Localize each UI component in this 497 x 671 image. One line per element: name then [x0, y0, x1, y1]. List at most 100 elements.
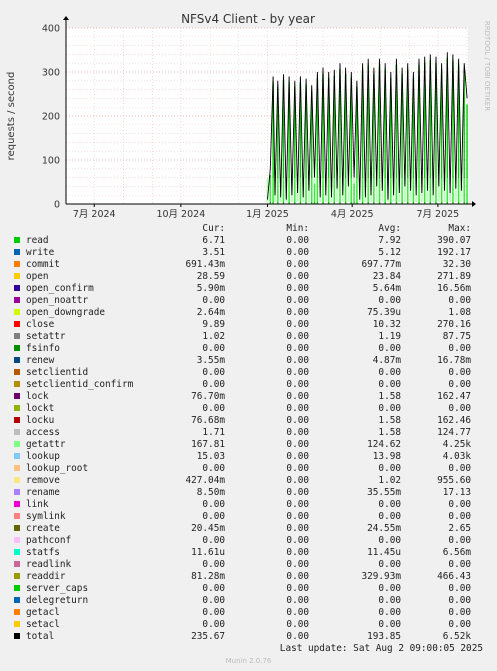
legend-swatch — [14, 537, 20, 543]
chart-title: NFSv4 Client - by year — [181, 12, 315, 26]
legend-label: lock — [26, 391, 49, 402]
legend-row-readdir: readdir 81.28m 0.00 329.93m 466.43 — [0, 571, 497, 583]
x-tick-label: 7月 2025 — [416, 209, 459, 220]
legend-label: renew — [26, 355, 55, 366]
legend-value-max: 955.60 — [437, 475, 471, 486]
legend-swatch — [14, 501, 20, 507]
legend-value-cur: 3.51 — [202, 247, 225, 258]
getattr-band — [361, 178, 364, 202]
legend-value-max: 6.56m — [442, 547, 471, 558]
legend-value-cur: 0.00 — [202, 295, 225, 306]
legend-row-getattr: getattr 167.81 0.00 124.62 4.25k — [0, 439, 497, 451]
y-tick-label: 200 — [42, 112, 60, 123]
legend-value-avg: 193.85 — [367, 631, 401, 642]
legend-row-setclientid: setclientid 0.00 0.00 0.00 0.00 — [0, 367, 497, 379]
legend-value-cur: 81.28m — [191, 571, 225, 582]
getattr-band — [412, 178, 415, 202]
legend-value-avg: 0.00 — [378, 607, 401, 618]
legend-row-read: read 6.71 0.00 7.92 390.07 — [0, 235, 497, 247]
legend-value-min: 0.00 — [286, 295, 309, 306]
legend-label: access — [26, 427, 60, 438]
getattr-band — [355, 178, 358, 202]
legend-value-min: 0.00 — [286, 571, 309, 582]
legend-label: setclientid — [26, 367, 89, 378]
legend-row-create: create 20.45m 0.00 24.55m 2.65 — [0, 523, 497, 535]
legend-value-avg: 0.00 — [378, 595, 401, 606]
legend-value-max: 16.78m — [437, 355, 471, 366]
legend-value-cur: 1.71 — [202, 427, 225, 438]
legend-value-cur: 0.00 — [202, 379, 225, 390]
legend-value-max: 0.00 — [448, 499, 471, 510]
legend-value-cur: 6.71 — [202, 235, 225, 246]
legend-value-cur: 0.00 — [202, 511, 225, 522]
legend-value-max: 0.00 — [448, 379, 471, 390]
legend-swatch — [14, 297, 20, 303]
getattr-band — [272, 178, 275, 202]
legend-swatch — [14, 477, 20, 483]
legend-label: open_confirm — [26, 283, 94, 294]
legend-label: server_caps — [26, 583, 89, 594]
legend-value-min: 0.00 — [286, 343, 309, 354]
legend-value-cur: 0.00 — [202, 343, 225, 354]
legend-value-min: 0.00 — [286, 451, 309, 462]
legend-value-min: 0.00 — [286, 307, 309, 318]
y-tick-label: 0 — [54, 200, 60, 211]
legend-label: read — [26, 235, 49, 246]
legend-swatch — [14, 441, 20, 447]
getattr-band — [276, 178, 279, 202]
legend-label: getattr — [26, 439, 66, 450]
legend-value-max: 0.00 — [448, 607, 471, 618]
legend-swatch — [14, 573, 20, 579]
legend-row-setclientid-confirm: setclientid_confirm 0.00 0.00 0.00 0.00 — [0, 379, 497, 391]
legend-swatch — [14, 261, 20, 267]
getattr-band — [440, 178, 443, 202]
legend-row-open-downgrade: open_downgrade 2.64m 0.00 75.39u 1.08 — [0, 307, 497, 319]
legend-value-cur: 0.00 — [202, 535, 225, 546]
legend-row-total: total 235.67 0.00 193.85 6.52k — [0, 631, 497, 643]
y-tick-label: 300 — [42, 68, 60, 79]
legend-value-cur: 3.55m — [196, 355, 225, 366]
legend-swatch — [14, 309, 20, 315]
getattr-band — [367, 178, 370, 202]
legend-value-avg: 4.87m — [372, 355, 401, 366]
legend-value-min: 0.00 — [286, 319, 309, 330]
getattr-band — [305, 178, 308, 202]
legend-value-max: 162.47 — [437, 391, 471, 402]
legend-row-remove: remove 427.04m 0.00 1.02 955.60 — [0, 475, 497, 487]
legend-label: lockt — [26, 403, 55, 414]
legend-swatch — [14, 549, 20, 555]
legend-value-cur: 0.00 — [202, 583, 225, 594]
legend-label: open — [26, 271, 49, 282]
legend-value-cur: 1.02 — [202, 331, 225, 342]
legend-value-max: 0.00 — [448, 511, 471, 522]
legend-row-access: access 1.71 0.00 1.58 124.77 — [0, 427, 497, 439]
legend-value-avg: 1.19 — [378, 331, 401, 342]
legend-value-min: 0.00 — [286, 331, 309, 342]
legend-value-avg: 75.39u — [367, 307, 401, 318]
getattr-band — [299, 178, 302, 202]
legend-label: close — [26, 319, 55, 330]
legend-swatch — [14, 429, 20, 435]
legend-value-avg: 1.58 — [378, 415, 401, 426]
legend-value-max: 0.00 — [448, 295, 471, 306]
col-header-max: Max: — [448, 223, 471, 234]
getattr-band — [423, 178, 426, 202]
legend-swatch — [14, 381, 20, 387]
legend-swatch — [14, 561, 20, 567]
getattr-band — [378, 178, 381, 202]
x-tick-label: 4月 2025 — [331, 209, 374, 220]
legend-label: lookup — [26, 451, 60, 462]
legend-label: setattr — [26, 331, 66, 342]
legend-value-min: 0.00 — [286, 595, 309, 606]
legend-label: getacl — [26, 607, 60, 618]
legend-value-max: 16.56m — [437, 283, 471, 294]
legend-swatch — [14, 345, 20, 351]
legend-value-max: 0.00 — [448, 595, 471, 606]
legend-row-link: link 0.00 0.00 0.00 0.00 — [0, 499, 497, 511]
col-header-cur: Cur: — [202, 223, 225, 234]
legend-row-setattr: setattr 1.02 0.00 1.19 87.75 — [0, 331, 497, 343]
getattr-band — [269, 178, 272, 202]
legend-value-min: 0.00 — [286, 247, 309, 258]
legend-value-cur: 0.00 — [202, 463, 225, 474]
legend-swatch — [14, 273, 20, 279]
